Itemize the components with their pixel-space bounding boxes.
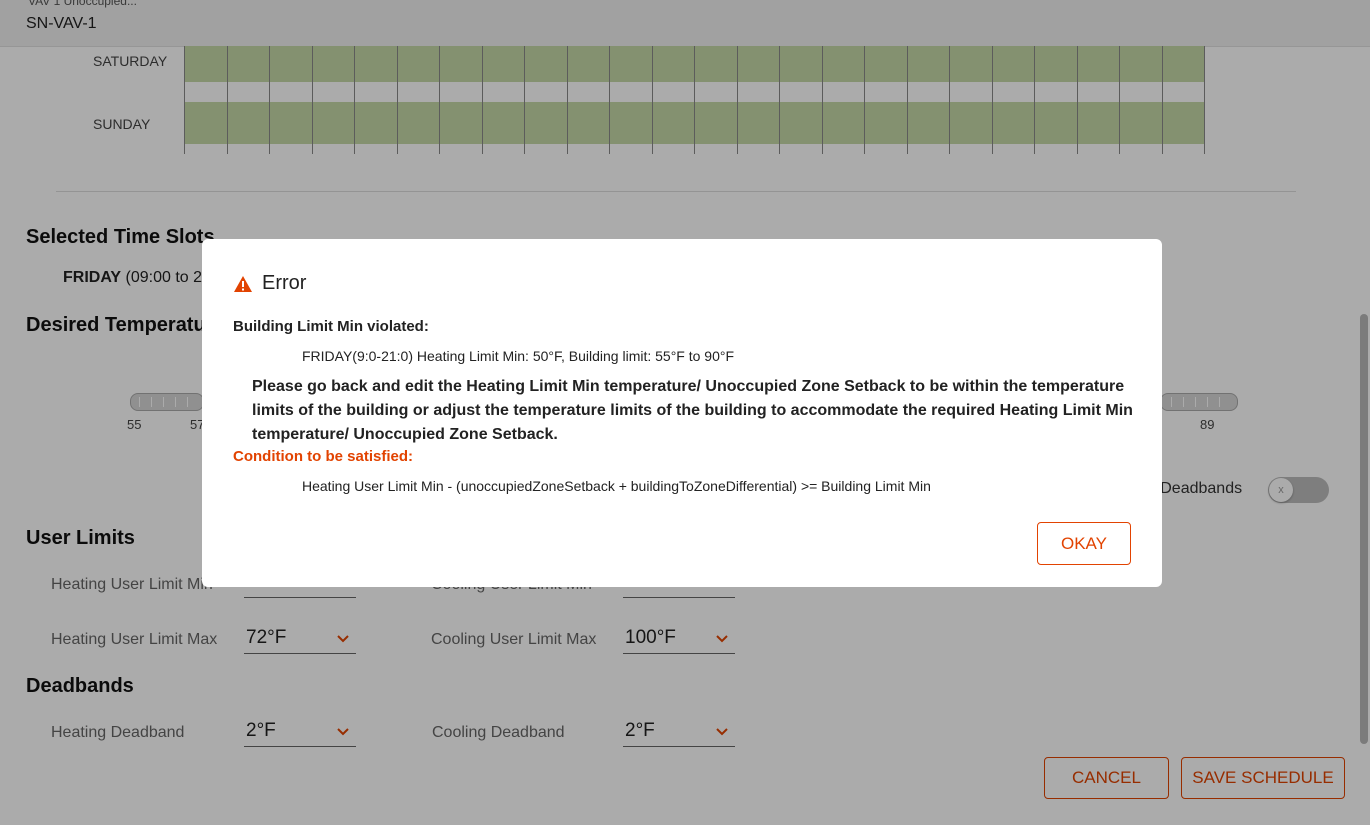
dialog-title: Error <box>262 272 307 294</box>
error-dialog: Error Building Limit Min violated: FRIDA… <box>202 239 1162 587</box>
okay-button[interactable]: OKAY <box>1037 522 1131 565</box>
dialog-heading: Building Limit Min violated: <box>233 318 429 335</box>
condition-text: Heating User Limit Min - (unoccupiedZone… <box>302 478 931 494</box>
dialog-detail: FRIDAY(9:0-21:0) Heating Limit Min: 50°F… <box>302 348 735 364</box>
condition-label: Condition to be satisfied: <box>233 448 413 465</box>
dialog-message: Please go back and edit the Heating Limi… <box>252 378 1133 443</box>
warning-icon <box>234 276 252 292</box>
